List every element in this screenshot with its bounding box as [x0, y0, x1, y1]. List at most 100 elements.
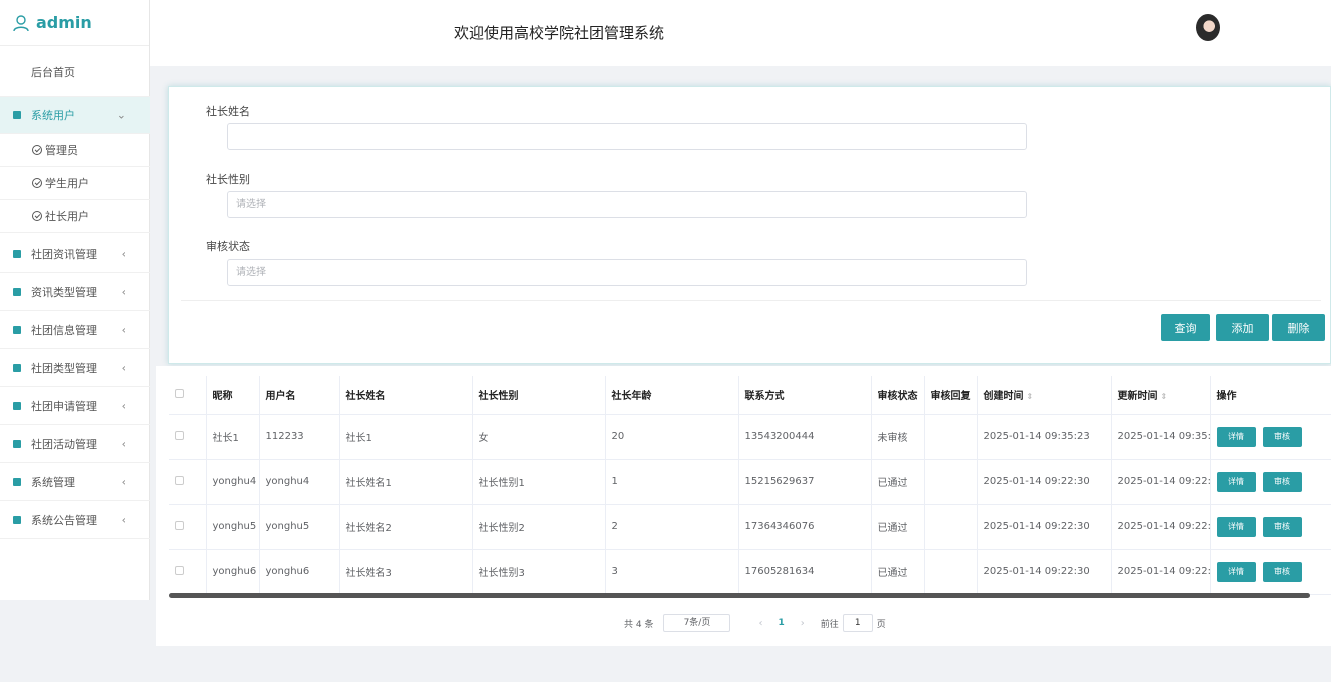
cell: 2025-01-14 09:35:23 [977, 414, 1112, 460]
document-icon [13, 515, 21, 524]
row-checkbox[interactable] [175, 565, 184, 575]
document-icon [13, 287, 21, 296]
menu-club-types[interactable]: 社团类型管理 ‹ [0, 349, 150, 387]
check-circle-icon [32, 178, 42, 188]
sub-item-student-users[interactable]: 学生用户 [0, 167, 150, 200]
delete-button[interactable]: 删除 [1272, 314, 1325, 341]
chevron-left-icon: ‹ [121, 475, 126, 488]
total-count: 共 4 条 [624, 619, 654, 630]
sub-item-admin[interactable]: 管理员 [0, 134, 150, 167]
select-all-cell[interactable] [169, 376, 207, 415]
user-icon [13, 14, 29, 31]
cell: 17605281634 [738, 549, 872, 595]
menu-label: 资讯类型管理 [31, 285, 97, 299]
page-title: 欢迎使用高校学院社团管理系统 [454, 24, 665, 42]
cell [924, 414, 978, 460]
menu-label: 社团资讯管理 [31, 247, 97, 261]
sort-icon[interactable]: ⇕ [1027, 392, 1034, 401]
menu-news-types[interactable]: 资讯类型管理 ‹ [0, 273, 150, 311]
cell: 2025-01-14 09:22:30 [977, 549, 1112, 595]
chevron-left-icon: ‹ [121, 285, 126, 298]
document-icon [13, 111, 21, 119]
detail-button[interactable]: 详情 [1216, 516, 1256, 537]
cell: yonghu4 [206, 459, 260, 505]
sub-item-label: 社长用户 [45, 210, 89, 223]
menu-label: 社团信息管理 [31, 323, 97, 337]
cell: 15215629637 [738, 459, 872, 505]
menu-club-applications[interactable]: 社团申请管理 ‹ [0, 387, 150, 425]
cell: 社长性别2 [472, 504, 606, 550]
cell: 社长1 [339, 414, 473, 460]
chevron-left-icon: ‹ [121, 399, 126, 412]
menu-announcements[interactable]: 系统公告管理 ‹ [0, 501, 150, 539]
audit-status-select[interactable]: 请选择 [227, 259, 1027, 286]
menu-system-management[interactable]: 系统管理 ‹ [0, 463, 150, 501]
page-size-select[interactable]: 7条/页 [663, 614, 731, 632]
audit-button[interactable]: 审核 [1262, 561, 1302, 582]
chevron-left-icon: ‹ [121, 247, 126, 260]
menu-label: 社团类型管理 [31, 361, 97, 375]
cell: 17364346076 [738, 504, 872, 550]
cell: 2025-01-14 09:22:30 [977, 504, 1112, 550]
cell: 2025-01-14 09:22:30 [1111, 459, 1211, 505]
detail-button[interactable]: 详情 [1216, 426, 1256, 447]
page-suffix: 页 [876, 619, 886, 630]
prev-page-icon[interactable]: ‹ [758, 618, 762, 629]
select-all-checkbox[interactable] [175, 388, 184, 398]
menu-club-info[interactable]: 社团信息管理 ‹ [0, 311, 150, 349]
row-checkbox[interactable] [175, 430, 184, 440]
table-row: yonghu5 yonghu5 社长姓名2 社长性别2 2 1736434607… [169, 504, 1331, 550]
sub-item-president-users[interactable]: 社长用户 [0, 200, 150, 233]
sort-icon[interactable]: ⇕ [1161, 392, 1168, 401]
cell: 未审核 [871, 414, 925, 460]
pagination: 共 4 条 7条/页 ‹ 1 › 前往 1 页 [624, 614, 886, 632]
cell: 社长姓名2 [339, 504, 473, 550]
cell: 社长姓名3 [339, 549, 473, 595]
row-checkbox[interactable] [175, 475, 184, 485]
admin-username: admin [36, 13, 92, 32]
cell: 2 [605, 504, 739, 550]
cell: 社长性别1 [472, 459, 606, 505]
audit-button[interactable]: 审核 [1262, 516, 1302, 537]
query-button[interactable]: 查询 [1161, 314, 1210, 341]
menu-system-users[interactable]: 系统用户 ⌄ [0, 97, 150, 134]
add-button[interactable]: 添加 [1216, 314, 1269, 341]
president-name-input[interactable] [227, 123, 1027, 150]
detail-button[interactable]: 详情 [1216, 471, 1256, 492]
detail-button[interactable]: 详情 [1216, 561, 1256, 582]
cell: yonghu5 [259, 504, 340, 550]
actions-cell: 详情 审核 [1210, 549, 1331, 595]
audit-button[interactable]: 审核 [1262, 471, 1302, 492]
goto-page-input[interactable]: 1 [842, 614, 873, 632]
next-page-icon[interactable]: › [801, 618, 805, 629]
document-icon [13, 439, 21, 448]
chevron-left-icon: ‹ [121, 513, 126, 526]
menu-system-users-label: 系统用户 [31, 109, 75, 122]
actions-cell: 详情 审核 [1210, 504, 1331, 550]
sub-item-label: 学生用户 [45, 177, 89, 190]
column-header-sortable[interactable]: 更新时间 ⇕ [1111, 376, 1211, 415]
table-row: yonghu6 yonghu6 社长姓名3 社长性别3 3 1760528163… [169, 549, 1331, 595]
column-header-sortable[interactable]: 创建时间 ⇕ [977, 376, 1112, 415]
sidebar-logo: admin [0, 0, 149, 46]
current-page[interactable]: 1 [778, 618, 784, 628]
column-header: 审核状态 [871, 376, 925, 415]
cell: 社长性别3 [472, 549, 606, 595]
document-icon [13, 477, 21, 486]
menu-club-news[interactable]: 社团资讯管理 ‹ [0, 235, 150, 273]
check-circle-icon [32, 145, 42, 155]
menu-home[interactable]: 后台首页 [0, 47, 150, 97]
check-circle-icon [32, 211, 42, 221]
cell: 2025-01-14 09:35:23 [1111, 414, 1211, 460]
menu-label: 社团活动管理 [31, 437, 97, 451]
column-header-label: 更新时间 [1117, 391, 1158, 403]
horizontal-scrollbar[interactable] [169, 593, 1310, 598]
row-checkbox[interactable] [175, 520, 184, 530]
audit-button[interactable]: 审核 [1262, 426, 1302, 447]
president-gender-select[interactable]: 请选择 [227, 191, 1027, 218]
cell [924, 549, 978, 595]
table-header-row: 昵称 用户名 社长姓名 社长性别 社长年龄 联系方式 审核状态 审核回复 创建时… [169, 376, 1331, 415]
menu-club-activities[interactable]: 社团活动管理 ‹ [0, 425, 150, 463]
avatar[interactable] [1196, 14, 1220, 41]
cell: 1 [605, 459, 739, 505]
